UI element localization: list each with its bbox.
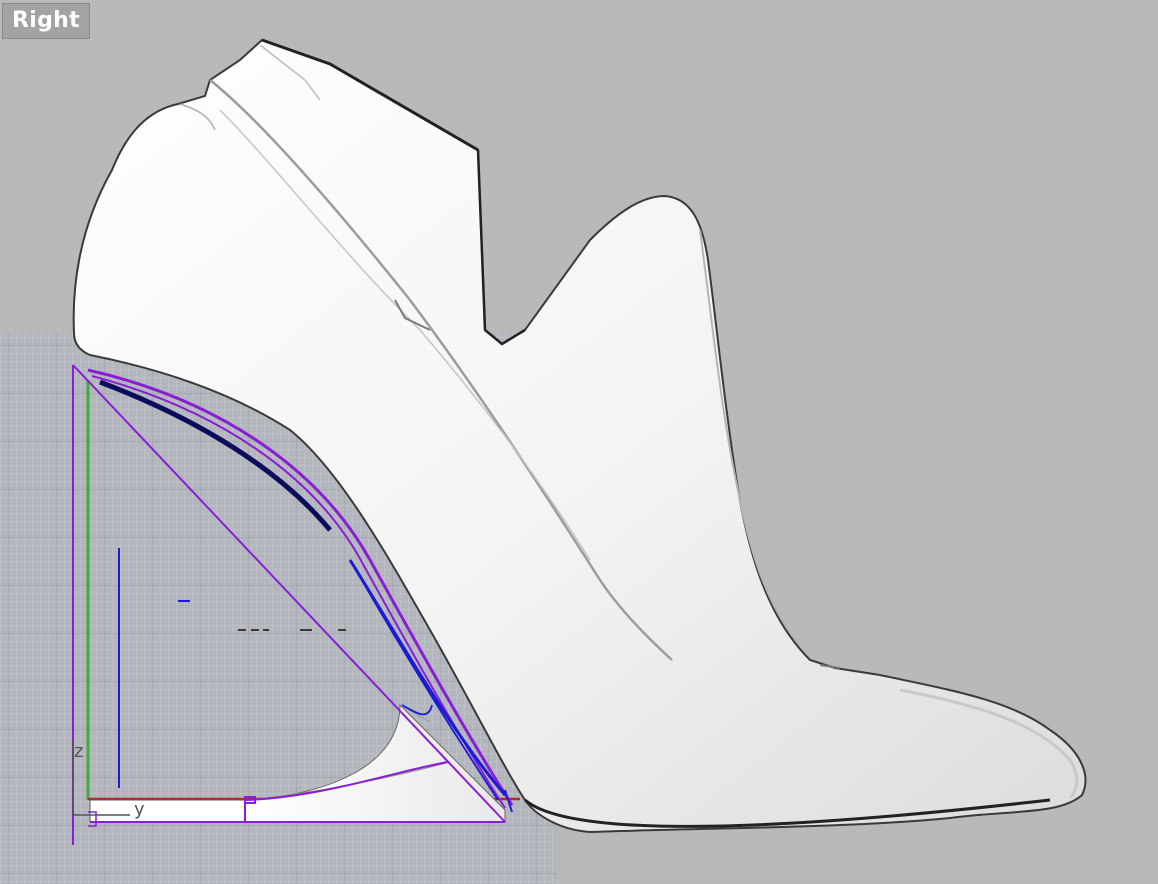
viewport-title[interactable]: Right [2,3,90,39]
viewport-scene[interactable]: z y [0,0,1158,884]
right-viewport[interactable]: Right z y [0,0,1158,884]
z-axis-label: z [74,741,83,762]
y-axis-label: y [134,799,145,820]
